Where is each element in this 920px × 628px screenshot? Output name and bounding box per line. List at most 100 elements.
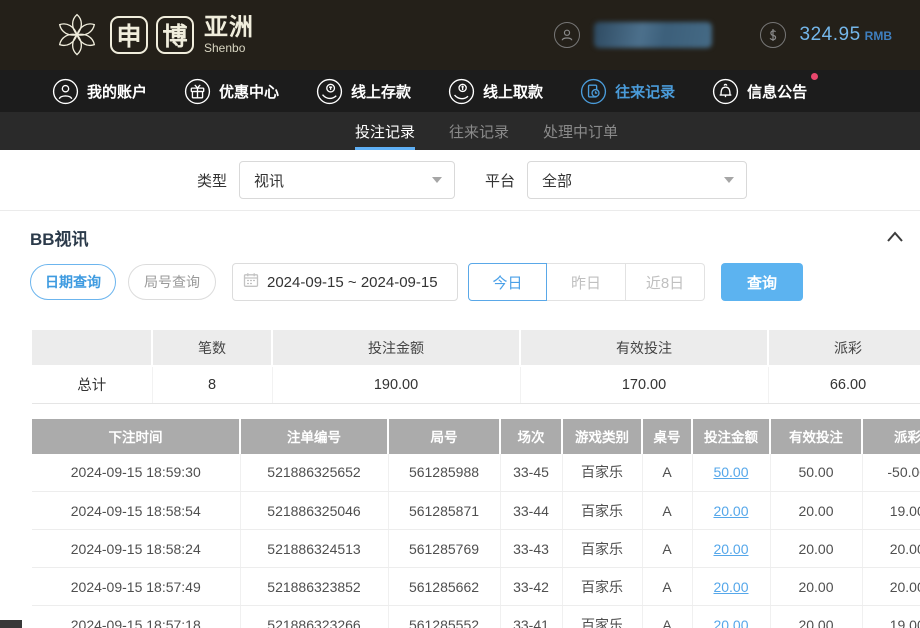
table-row: 2024-09-15 18:57:49521886323852561285662… [32,568,920,606]
cell-order-no: 521886325652 [240,454,388,492]
cell-session: 33-44 [500,492,562,530]
balance-amount: 324.95 [800,24,861,45]
bet-amount-link[interactable]: 20.00 [713,617,748,628]
cell-bet-amount[interactable]: 50.00 [692,454,770,492]
cell-bet-time: 2024-09-15 18:57:18 [32,606,240,628]
summary-header-blank [32,330,152,366]
summary-table-wrap: 笔数 投注金额 有效投注 派彩 总计 8 190.00 170.00 66.00 [32,301,920,404]
cell-round-no: 561285769 [388,530,500,568]
cell-valid-bet: 20.00 [770,606,862,628]
summary-total-payout: 66.00 [768,366,920,403]
cell-game-type: 百家乐 [562,454,642,492]
nav-label: 信息公告 [747,81,807,102]
cell-table-no: A [642,454,692,492]
nav-item-withdraw[interactable]: 线上取款 [448,78,543,105]
cell-bet-amount[interactable]: 20.00 [692,568,770,606]
cell-round-no: 561285662 [388,568,500,606]
nav-label: 优惠中心 [219,81,279,102]
summary-total-valid-bet: 170.00 [520,366,768,403]
platform-filter-label: 平台 [485,170,515,191]
bet-amount-link[interactable]: 20.00 [713,503,748,519]
cell-round-no: 561285871 [388,492,500,530]
cell-bet-time: 2024-09-15 18:59:30 [32,454,240,492]
tab-bet-records[interactable]: 投注记录 [355,112,415,150]
platform-select-value: 全部 [542,170,572,191]
header-session: 场次 [500,419,562,454]
bet-amount-link[interactable]: 50.00 [713,464,748,480]
balance-currency-icon [760,22,786,48]
cell-valid-bet: 20.00 [770,568,862,606]
chevron-down-icon [432,177,442,183]
quick-range-group: 今日 昨日 近8日 [468,263,705,301]
cell-bet-amount[interactable]: 20.00 [692,606,770,628]
cell-order-no: 521886325046 [240,492,388,530]
detail-table-wrap: 下注时间 注单编号 局号 场次 游戏类别 桌号 投注金额 有效投注 派彩 202… [32,404,920,628]
table-row: 2024-09-15 18:57:18521886323266561285552… [32,606,920,628]
cell-session: 33-42 [500,568,562,606]
cell-table-no: A [642,530,692,568]
cell-session: 33-41 [500,606,562,628]
cell-valid-bet: 20.00 [770,530,862,568]
section-title: BB视讯 [30,225,89,250]
logo-region: 亚洲 Shenbo [204,16,254,54]
header-game-type: 游戏类别 [562,419,642,454]
table-row: 2024-09-15 18:58:54521886325046561285871… [32,492,920,530]
detail-header-row: 下注时间 注单编号 局号 场次 游戏类别 桌号 投注金额 有效投注 派彩 [32,419,920,454]
main-nav: 我的账户 优惠中心 线上存款 线上取款 往来记录 信息公告 [0,70,920,112]
bet-amount-link[interactable]: 20.00 [713,579,748,595]
search-button[interactable]: 查询 [721,263,803,301]
type-filter-label: 类型 [197,170,227,191]
account-area: 324.95RMB [554,22,892,48]
username-redacted[interactable] [594,22,712,48]
header-round-no: 局号 [388,419,500,454]
summary-header-count: 笔数 [152,330,272,366]
cell-order-no: 521886323266 [240,606,388,628]
calendar-icon [243,272,259,292]
platform-select[interactable]: 全部 [527,161,747,199]
bet-amount-link[interactable]: 20.00 [713,541,748,557]
nav-item-announcements[interactable]: 信息公告 [712,78,807,105]
brand-logo[interactable]: 申 博 亚洲 Shenbo [52,8,254,63]
summary-header-payout: 派彩 [768,330,920,366]
nav-item-transaction-records[interactable]: 往来记录 [580,78,675,105]
collapse-chevron-up-icon[interactable] [886,231,904,243]
date-range-input[interactable]: 2024-09-15 ~ 2024-09-15 [232,263,458,301]
notification-dot [811,73,818,80]
table-row: 2024-09-15 18:59:30521886325652561285988… [32,454,920,492]
cell-table-no: A [642,492,692,530]
cell-game-type: 百家乐 [562,568,642,606]
chevron-down-icon [724,177,734,183]
today-button[interactable]: 今日 [468,263,547,301]
round-query-button[interactable]: 局号查询 [128,264,216,300]
user-avatar-icon[interactable] [554,22,580,48]
balance-value[interactable]: 324.95RMB [800,24,892,46]
corner-widget-fragment [0,620,22,628]
summary-total-count: 8 [152,366,272,403]
last-8-days-button[interactable]: 近8日 [626,263,705,301]
section-header: BB视讯 [0,211,920,263]
cell-order-no: 521886324513 [240,530,388,568]
cell-payout: 20.00 [862,530,920,568]
nav-item-my-account[interactable]: 我的账户 [52,78,147,105]
filter-row: 类型 视讯 平台 全部 [0,150,920,211]
tab-pending-orders[interactable]: 处理中订单 [543,112,618,150]
yesterday-button[interactable]: 昨日 [547,263,626,301]
nav-item-deposit[interactable]: 线上存款 [316,78,411,105]
cell-table-no: A [642,606,692,628]
nav-label: 线上取款 [483,81,543,102]
cell-game-type: 百家乐 [562,606,642,628]
nav-label: 我的账户 [87,81,147,102]
summary-total-row: 总计 8 190.00 170.00 66.00 [32,366,920,403]
cell-valid-bet: 50.00 [770,454,862,492]
type-select[interactable]: 视讯 [239,161,455,199]
date-range-value: 2024-09-15 ~ 2024-09-15 [267,274,438,291]
cell-bet-amount[interactable]: 20.00 [692,492,770,530]
date-query-button[interactable]: 日期查询 [30,264,116,300]
detail-table: 下注时间 注单编号 局号 场次 游戏类别 桌号 投注金额 有效投注 派彩 202… [32,419,920,628]
nav-item-promotions[interactable]: 优惠中心 [184,78,279,105]
tab-transaction-records[interactable]: 往来记录 [449,112,509,150]
cell-bet-time: 2024-09-15 18:58:54 [32,492,240,530]
header-bet-time: 下注时间 [32,419,240,454]
cell-bet-amount[interactable]: 20.00 [692,530,770,568]
summary-table: 笔数 投注金额 有效投注 派彩 总计 8 190.00 170.00 66.00 [32,330,920,404]
